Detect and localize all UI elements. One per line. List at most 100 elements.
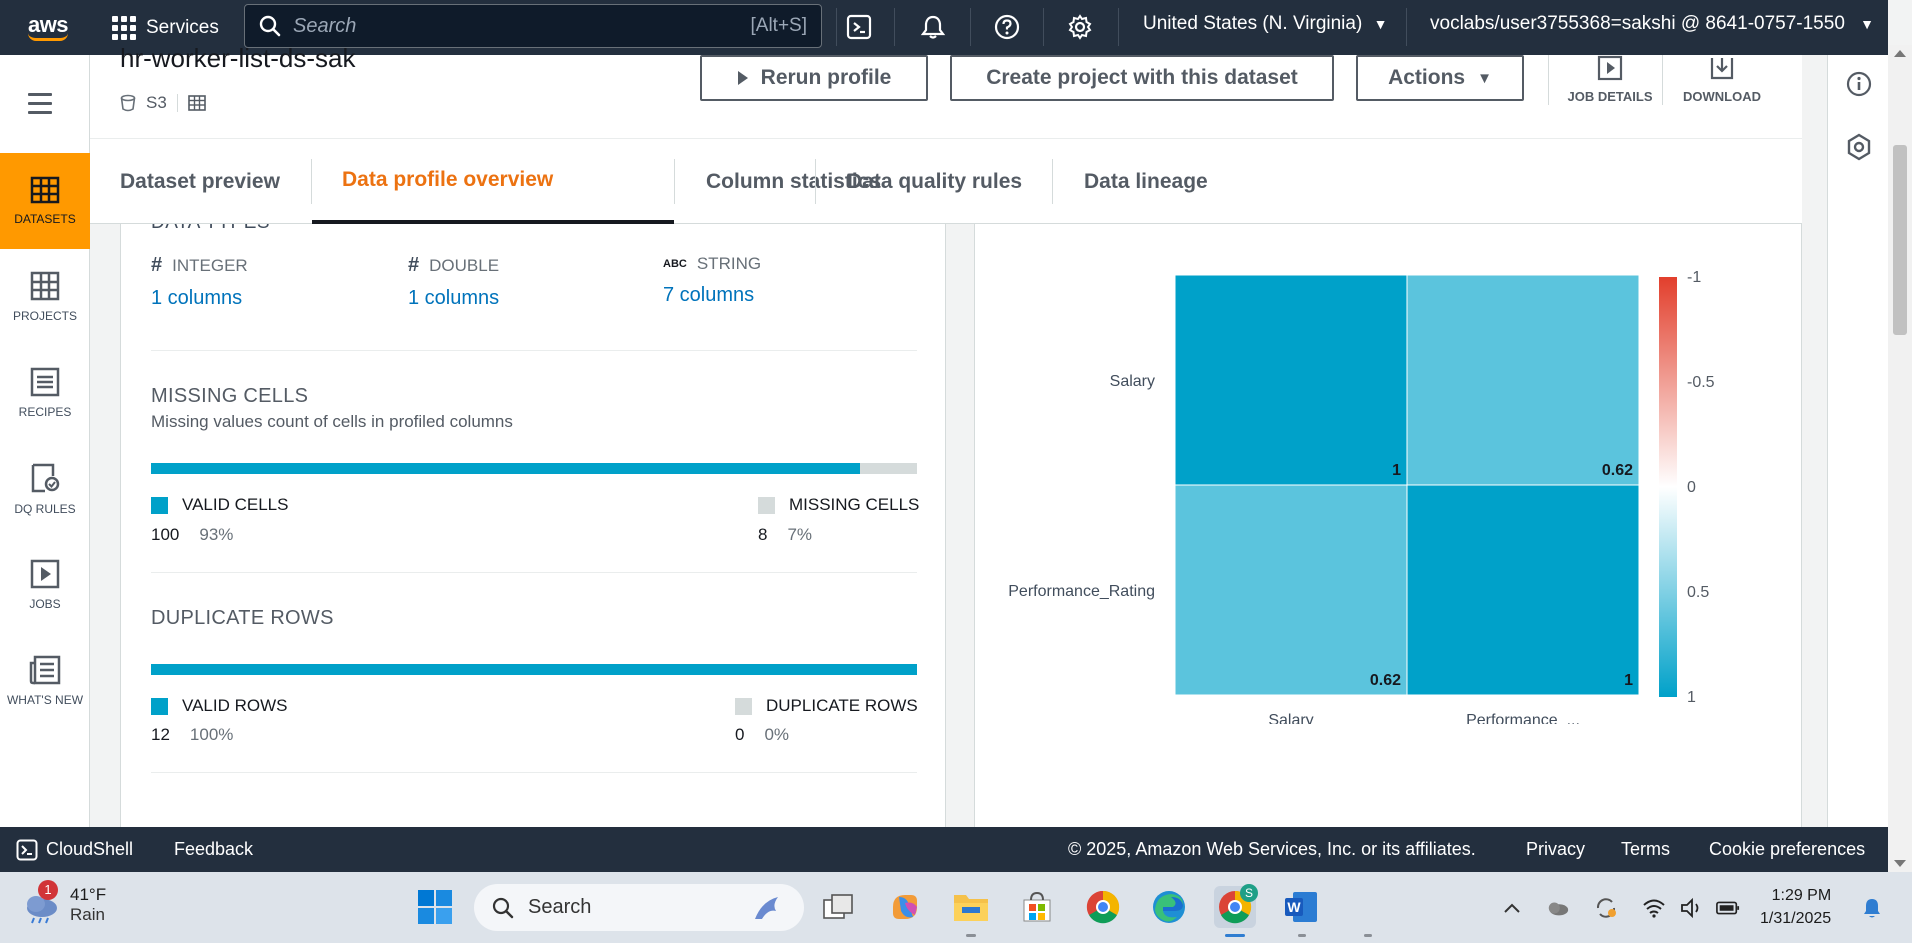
duplicate-rows-title: DUPLICATE ROWS bbox=[151, 607, 334, 629]
rail-item-recipes[interactable]: RECIPES bbox=[0, 345, 90, 441]
double-columns-link[interactable]: 1 columns bbox=[408, 287, 499, 310]
legend-label: MISSING CELLS bbox=[789, 495, 920, 514]
tab-data-lineage[interactable]: Data lineage bbox=[1054, 139, 1238, 224]
cloudshell-label: CloudShell bbox=[46, 839, 134, 859]
caret-down-icon: ▼ bbox=[1373, 16, 1388, 32]
windows-taskbar: 1 41°F Rain Search S W 1:29 PM 1/31/2025 bbox=[0, 872, 1912, 943]
colorbar-tick-label: 0 bbox=[1687, 479, 1696, 496]
feedback-link[interactable]: Feedback bbox=[174, 839, 253, 860]
string-columns-link[interactable]: 7 columns bbox=[663, 284, 761, 307]
legend-label: VALID ROWS bbox=[182, 696, 288, 715]
help-icon[interactable] bbox=[990, 10, 1024, 44]
task-view-icon[interactable] bbox=[818, 886, 860, 928]
valid-rows-pct: 100% bbox=[189, 725, 234, 744]
heatmap-cell bbox=[1174, 484, 1408, 696]
heatmap-cell-value: 0.62 bbox=[1370, 672, 1401, 689]
rail-item-dq-rules[interactable]: DQ RULES bbox=[0, 441, 90, 537]
integer-columns-link[interactable]: 1 columns bbox=[151, 287, 248, 310]
heatmap-row-label: Performance_Rating bbox=[1008, 583, 1155, 600]
actions-dropdown-button[interactable]: Actions ▼ bbox=[1356, 55, 1524, 101]
type-name: STRING bbox=[696, 254, 762, 273]
onedrive-cloud-icon[interactable] bbox=[1546, 896, 1570, 920]
data-type-integer: # INTEGER 1 columns bbox=[151, 254, 248, 310]
battery-icon[interactable] bbox=[1716, 896, 1740, 920]
heatmap-cell bbox=[1406, 484, 1640, 696]
chevron-up-icon[interactable] bbox=[1500, 896, 1524, 920]
tab-data-quality-rules[interactable]: Data quality rules bbox=[817, 139, 1052, 224]
console-footer: CloudShell Feedback © 2025, Amazon Web S… bbox=[0, 827, 1888, 872]
terms-link[interactable]: Terms bbox=[1621, 839, 1670, 860]
notifications-bell-icon[interactable] bbox=[916, 10, 950, 44]
taskbar-search-box[interactable]: Search bbox=[474, 884, 804, 931]
sync-icon[interactable] bbox=[1594, 896, 1618, 920]
rerun-profile-button[interactable]: Rerun profile bbox=[700, 55, 928, 101]
windows-start-icon[interactable] bbox=[414, 886, 456, 928]
dataset-header: hr-worker-list-ds-sak S3 Rerun profile C… bbox=[90, 43, 1802, 138]
account-menu[interactable]: voclabs/user3755368=sakshi @ 8641-0757-1… bbox=[1430, 13, 1874, 35]
volume-icon[interactable] bbox=[1680, 896, 1704, 920]
rail-item-whats-new[interactable]: WHAT'S NEW bbox=[0, 633, 90, 729]
cookie-preferences-link[interactable]: Cookie preferences bbox=[1709, 839, 1865, 860]
clock-time: 1:29 PM bbox=[1771, 887, 1832, 904]
hexagon-settings-icon[interactable] bbox=[1846, 133, 1872, 166]
edge-icon[interactable] bbox=[1148, 886, 1190, 928]
scrollbar-thumb[interactable] bbox=[1893, 145, 1907, 335]
data-summary-panel: DATA TYPES # INTEGER 1 columns # DOUBLE 1 … bbox=[120, 224, 946, 827]
dataset-title: hr-worker-list-ds-sak bbox=[120, 43, 356, 73]
heatmap-cell-value: 0.62 bbox=[1602, 462, 1633, 479]
aws-smile-icon bbox=[28, 33, 68, 41]
page-scrollbar[interactable] bbox=[1888, 45, 1912, 872]
settings-gear-icon[interactable] bbox=[1063, 10, 1097, 44]
tab-dataset-preview[interactable]: Dataset preview bbox=[90, 139, 310, 224]
rail-item-datasets[interactable]: DATASETS bbox=[0, 153, 90, 249]
microsoft-store-icon[interactable] bbox=[1016, 886, 1058, 928]
rail-item-jobs[interactable]: JOBS bbox=[0, 537, 90, 633]
cloudshell-icon[interactable] bbox=[842, 10, 876, 44]
copyright-text: © 2025, Amazon Web Services, Inc. or its… bbox=[1068, 839, 1476, 859]
search-box[interactable]: [Alt+S] bbox=[244, 4, 822, 48]
create-project-button[interactable]: Create project with this dataset bbox=[950, 55, 1334, 101]
system-clock[interactable]: 1:29 PM 1/31/2025 bbox=[1760, 884, 1831, 930]
dragon-decoration-icon bbox=[755, 896, 778, 919]
wifi-icon[interactable] bbox=[1642, 896, 1666, 920]
tab-label: Data profile overview bbox=[342, 167, 554, 191]
rail-label: DQ RULES bbox=[14, 502, 76, 516]
colorbar-tick-label: -0.5 bbox=[1687, 374, 1715, 391]
info-icon[interactable] bbox=[1846, 71, 1872, 102]
search-input[interactable] bbox=[293, 14, 751, 38]
rerun-profile-label: Rerun profile bbox=[760, 66, 892, 89]
services-menu-button[interactable]: Services bbox=[112, 15, 219, 40]
weather-widget[interactable]: 1 41°F Rain bbox=[20, 880, 106, 926]
chrome-icon[interactable] bbox=[1082, 886, 1124, 928]
job-details-label: JOB DETAILS bbox=[1567, 89, 1653, 104]
word-icon[interactable]: W bbox=[1280, 886, 1322, 928]
missing-cells-count: 8 bbox=[758, 525, 768, 544]
hamburger-menu-icon[interactable] bbox=[28, 93, 52, 120]
notification-bell-icon[interactable] bbox=[1860, 896, 1884, 920]
tab-label: Data lineage bbox=[1084, 169, 1208, 193]
type-name: INTEGER bbox=[172, 255, 248, 275]
dataset-meta: S3 bbox=[120, 93, 206, 113]
create-project-label: Create project with this dataset bbox=[986, 66, 1298, 89]
privacy-link[interactable]: Privacy bbox=[1526, 839, 1585, 860]
file-explorer-icon[interactable] bbox=[950, 886, 992, 928]
play-icon bbox=[1597, 55, 1623, 81]
chrome-profile-icon[interactable]: S bbox=[1214, 884, 1258, 928]
aws-logo[interactable]: aws bbox=[14, 0, 82, 55]
data-types-title: DATA TYPES bbox=[151, 224, 270, 234]
dataset-source: S3 bbox=[146, 93, 167, 112]
scroll-down-arrow-icon[interactable] bbox=[1894, 860, 1906, 867]
rail-item-projects[interactable]: PROJECTS bbox=[0, 249, 90, 345]
tab-label: Dataset preview bbox=[120, 169, 280, 193]
heatmap-cell bbox=[1406, 274, 1640, 486]
region-selector[interactable]: United States (N. Virginia) ▼ bbox=[1143, 13, 1387, 35]
scroll-up-arrow-icon[interactable] bbox=[1894, 50, 1906, 57]
tab-data-profile-overview[interactable]: Data profile overview bbox=[312, 139, 674, 224]
tab-label: Data quality rules bbox=[847, 169, 1023, 193]
legend-label: DUPLICATE ROWS bbox=[766, 696, 918, 715]
correlation-panel: 1 0.62 0.62 1 Salary Performance_Rating Salar… bbox=[974, 224, 1802, 827]
copilot-icon[interactable] bbox=[884, 886, 926, 928]
cloudshell-button[interactable]: CloudShell bbox=[16, 839, 133, 861]
job-details-button[interactable]: JOB DETAILS bbox=[1562, 55, 1658, 104]
download-button[interactable]: DOWNLOAD bbox=[1672, 55, 1772, 104]
